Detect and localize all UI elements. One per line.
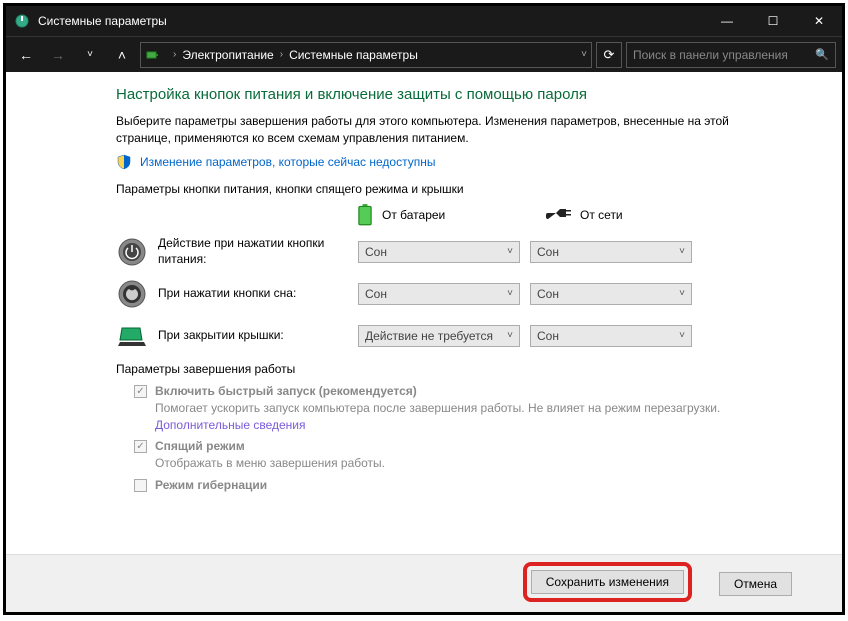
chevron-right-icon: › xyxy=(280,49,283,60)
forward-button[interactable]: → xyxy=(44,41,72,69)
more-info-link[interactable]: Дополнительные сведения xyxy=(155,418,305,432)
power-ac-select[interactable]: Сон˅ xyxy=(530,241,692,263)
lid-icon xyxy=(116,320,148,352)
sleep-battery-select[interactable]: Сон˅ xyxy=(358,283,520,305)
fast-startup-desc: Помогает ускорить запуск компьютера посл… xyxy=(155,400,752,434)
sleep-button-icon xyxy=(116,278,148,310)
shield-icon xyxy=(116,154,132,170)
dropdown-chevron-icon[interactable]: ˅ xyxy=(581,49,587,60)
power-button-icon xyxy=(116,236,148,268)
chevron-down-icon: ˅ xyxy=(507,330,513,341)
power-button-label: Действие при нажатии кнопки питания: xyxy=(158,236,348,267)
chevron-right-icon: › xyxy=(173,49,176,60)
page-description: Выберите параметры завершения работы для… xyxy=(116,113,752,148)
content-area: Настройка кнопок питания и включение защ… xyxy=(6,72,842,554)
sleep-button-label: При нажатии кнопки сна: xyxy=(158,286,348,302)
change-unavailable-link[interactable]: Изменение параметров, которые сейчас нед… xyxy=(140,155,436,169)
search-icon: 🔍 xyxy=(815,48,829,61)
titlebar: Системные параметры — ☐ ✕ xyxy=(6,6,842,36)
chevron-down-icon: ˅ xyxy=(507,288,513,299)
app-icon xyxy=(14,13,30,29)
sleep-mode-desc: Отображать в меню завершения работы. xyxy=(155,455,752,472)
page-heading: Настройка кнопок питания и включение защ… xyxy=(116,86,752,103)
power-plan-icon xyxy=(145,47,161,63)
column-ac: От сети xyxy=(546,207,706,223)
sleep-mode-checkbox: ✓ xyxy=(134,440,147,453)
hibernate-checkbox xyxy=(134,479,147,492)
breadcrumb-item[interactable]: Электропитание xyxy=(182,48,273,62)
power-battery-select[interactable]: Сон˅ xyxy=(358,241,520,263)
breadcrumb[interactable]: › Электропитание › Системные параметры ˅ xyxy=(140,42,592,68)
save-button-highlight: Сохранить изменения xyxy=(523,562,692,602)
fast-startup-checkbox: ✓ xyxy=(134,385,147,398)
chevron-down-icon[interactable]: ˅ xyxy=(76,41,104,69)
minimize-button[interactable]: — xyxy=(704,6,750,36)
window-title: Системные параметры xyxy=(38,14,704,28)
search-placeholder: Поиск в панели управления xyxy=(633,48,788,62)
back-button[interactable]: ← xyxy=(12,41,40,69)
battery-icon xyxy=(356,204,374,226)
maximize-button[interactable]: ☐ xyxy=(750,6,796,36)
hibernate-label: Режим гибернации xyxy=(155,478,267,492)
save-button[interactable]: Сохранить изменения xyxy=(531,570,684,594)
lid-label: При закрытии крышки: xyxy=(158,328,348,344)
section-shutdown-label: Параметры завершения работы xyxy=(116,362,752,376)
footer-bar: Отмена xyxy=(6,554,842,612)
chevron-down-icon: ˅ xyxy=(679,246,685,257)
lid-ac-select[interactable]: Сон˅ xyxy=(530,325,692,347)
column-battery: От батареи xyxy=(356,204,516,226)
plug-icon xyxy=(546,207,572,223)
breadcrumb-item[interactable]: Системные параметры xyxy=(289,48,418,62)
up-button[interactable]: ˄ xyxy=(108,41,136,69)
cancel-button[interactable]: Отмена xyxy=(719,572,792,596)
lid-battery-select[interactable]: Действие не требуется˅ xyxy=(358,325,520,347)
chevron-down-icon: ˅ xyxy=(679,288,685,299)
refresh-button[interactable]: ⟳ xyxy=(596,42,622,68)
close-button[interactable]: ✕ xyxy=(796,6,842,36)
address-bar: ← → ˅ ˄ › Электропитание › Системные пар… xyxy=(6,36,842,72)
fast-startup-label: Включить быстрый запуск (рекомендуется) xyxy=(155,384,417,398)
search-input[interactable]: Поиск в панели управления 🔍 xyxy=(626,42,836,68)
section-buttons-label: Параметры кнопки питания, кнопки спящего… xyxy=(116,182,752,196)
chevron-down-icon: ˅ xyxy=(679,330,685,341)
chevron-down-icon: ˅ xyxy=(507,246,513,257)
sleep-mode-label: Спящий режим xyxy=(155,439,245,453)
sleep-ac-select[interactable]: Сон˅ xyxy=(530,283,692,305)
